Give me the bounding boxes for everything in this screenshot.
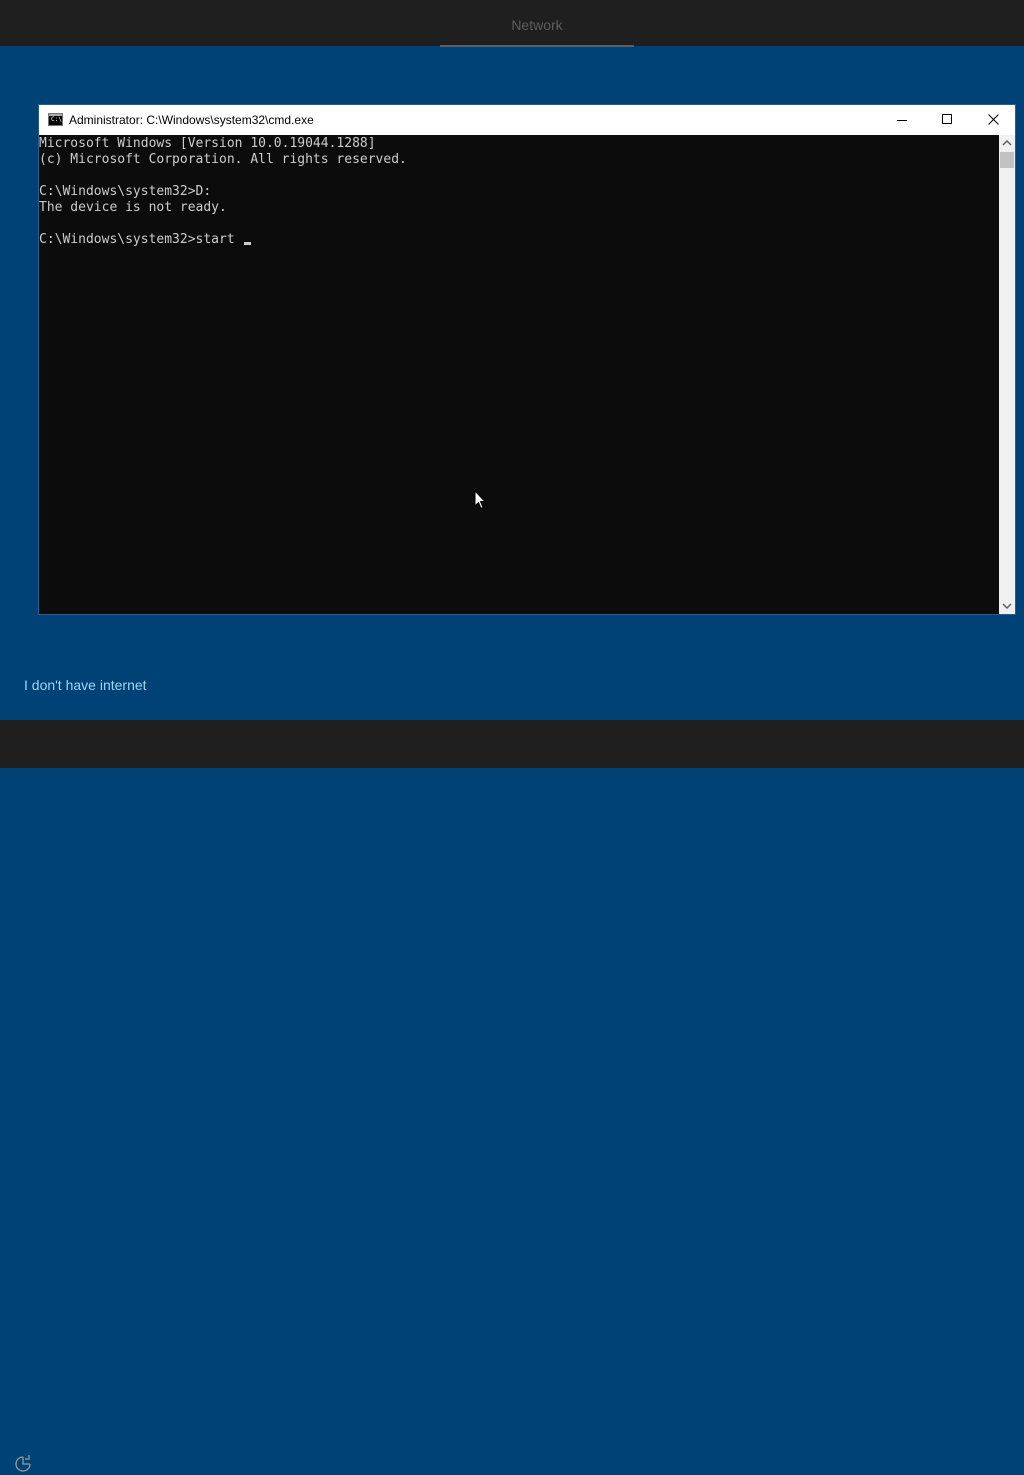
maximize-button[interactable]	[924, 105, 970, 135]
console-line: C:\Windows\system32>D:	[39, 184, 212, 199]
cmd-window[interactable]: C:\ Administrator: C:\Windows\system32\c…	[38, 104, 1016, 615]
ease-of-access-icon[interactable]	[12, 1453, 34, 1475]
title-bar[interactable]: C:\ Administrator: C:\Windows\system32\c…	[39, 105, 1015, 135]
tab-network: Network	[511, 17, 563, 33]
cmd-icon: C:\	[48, 113, 63, 126]
scroll-thumb[interactable]	[1000, 152, 1014, 168]
minimize-button[interactable]	[879, 105, 925, 135]
cmd-icon-text: C:\	[51, 116, 62, 123]
mouse-pointer-icon	[474, 490, 486, 510]
vertical-scrollbar[interactable]	[999, 135, 1015, 614]
scroll-up-button[interactable]	[999, 135, 1015, 151]
window-title: Administrator: C:\Windows\system32\cmd.e…	[69, 113, 314, 127]
close-button[interactable]	[970, 105, 1016, 135]
console-prompt-line[interactable]: C:\Windows\system32>start	[39, 232, 999, 248]
console-line: (c) Microsoft Corporation. All rights re…	[39, 152, 407, 167]
close-icon	[988, 114, 999, 125]
chevron-up-icon	[1002, 139, 1012, 146]
top-bar: Network	[0, 0, 1024, 47]
console-output[interactable]: Microsoft Windows [Version 10.0.19044.12…	[39, 135, 999, 614]
bottom-bar	[0, 720, 1024, 1472]
scroll-down-button[interactable]	[999, 598, 1015, 614]
tab-underline	[440, 45, 634, 47]
console-prompt: C:\Windows\system32>start	[39, 232, 243, 247]
console-line: Microsoft Windows [Version 10.0.19044.12…	[39, 136, 376, 151]
text-cursor	[243, 242, 251, 245]
chevron-down-icon	[1002, 603, 1012, 610]
console-line: The device is not ready.	[39, 200, 227, 215]
no-internet-link[interactable]: I don't have internet	[24, 677, 147, 693]
